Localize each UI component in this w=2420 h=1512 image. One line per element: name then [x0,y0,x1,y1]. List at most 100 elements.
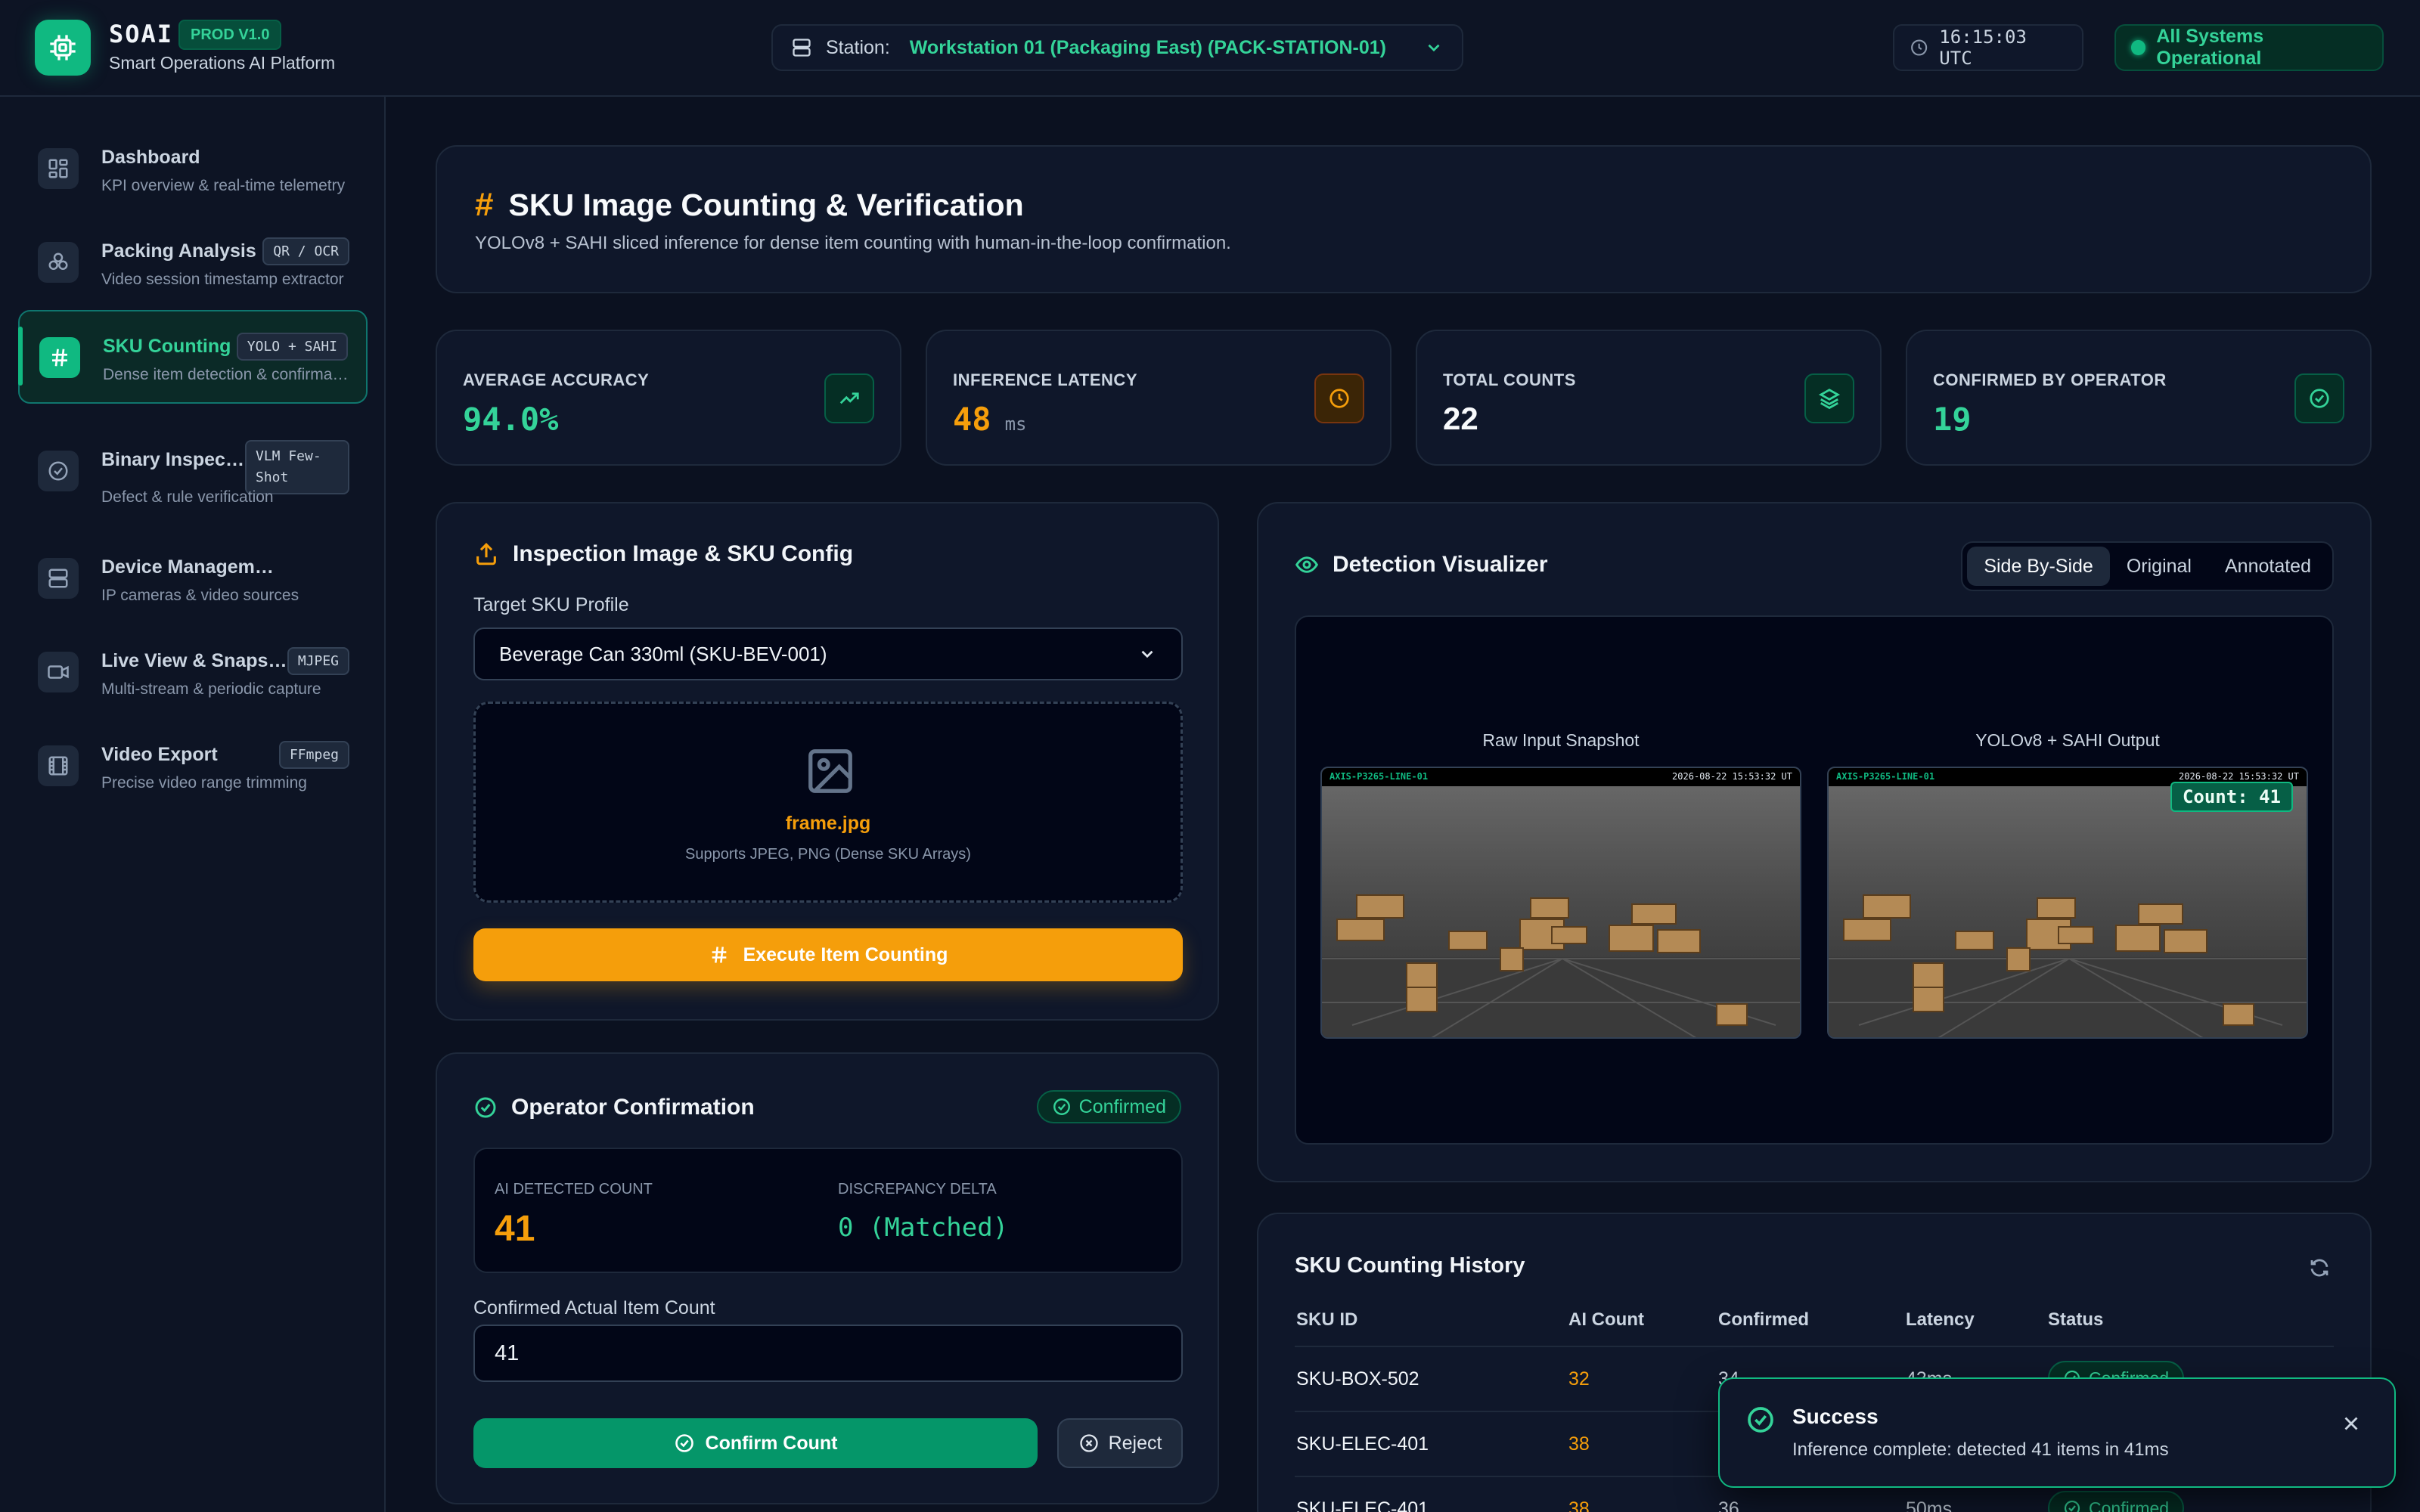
station-label: Station: [826,36,890,58]
history-title: SKU Counting History [1295,1253,1525,1278]
system-status-text: All Systems Operational [2156,26,2264,69]
server-icon [38,558,79,599]
film-icon [38,745,79,786]
close-icon[interactable] [2340,1412,2363,1435]
sidebar-item-device-management[interactable]: Device Management IP cameras & video sou… [18,532,368,623]
kpi-confirmed-by-operator: CONFIRMED BY OPERATOR 19 [1906,330,2372,466]
check-circle-icon [675,1434,693,1452]
mode-side-by-side[interactable]: Side By-Side [1967,547,2110,586]
kpi-label: AVERAGE ACCURACY [463,370,650,389]
ai-count-label: AI DETECTED COUNT [495,1181,653,1198]
kpi-average-accuracy: AVERAGE ACCURACY 94.0% [436,330,901,466]
raw-caption: Raw Input Snapshot [1482,730,1640,750]
kpi-label: INFERENCE LATENCY [953,370,1137,389]
kpi-inference-latency: INFERENCE LATENCY 48 ms [926,330,1392,466]
check-circle-icon [475,1097,496,1118]
inspection-panel: Inspection Image & SKU Config Target SKU… [436,502,1219,1021]
visualizer-canvas: Raw Input Snapshot YOLOv8 + SAHI Output … [1295,615,2334,1145]
page-title-text: SKU Image Counting & Verification [508,187,1024,222]
sidebar-item-desc: KPI overview & real-time telemetry [101,177,346,194]
layers-icon [1804,373,1854,423]
hash-icon [39,337,80,378]
app-subtitle: Smart Operations AI Platform [109,53,336,73]
reject-button[interactable]: Reject [1057,1418,1183,1468]
camera-id: AXIS-P3265-LINE-01 [1329,771,1429,782]
kpi-total-counts: TOTAL COUNTS 22 [1416,330,1882,466]
sku-profile-label: Target SKU Profile [473,594,629,615]
sidebar-item-packing-analysis[interactable]: Packing Analysis QR / OCR Video session … [18,216,368,307]
toast-title: Success [1792,1405,1879,1428]
image-dropzone[interactable]: frame.jpg Supports JPEG, PNG (Dense SKU … [473,702,1183,903]
sidebar-item-tag: QR / OCR [262,237,349,265]
station-selector[interactable]: Station: Workstation 01 (Packaging East)… [771,24,1463,71]
upload-icon [476,543,496,565]
column-header: Latency [1906,1309,1975,1330]
confirmed-count-label: Confirmed Actual Item Count [473,1297,715,1318]
video-camera-icon [38,652,79,692]
chip-logo-icon [35,20,91,76]
ai-count: 38 [1568,1498,1590,1512]
eye-icon [1295,556,1319,573]
sidebar-item-title: Video Export [101,744,218,765]
image-icon [808,749,852,793]
sidebar-item-desc: Video session timestamp extractor [101,271,344,288]
ai-count: 38 [1568,1433,1590,1455]
inspection-title: Inspection Image & SKU Config [473,541,853,567]
sidebar-item-title: SKU Counting [103,336,231,357]
mode-original[interactable]: Original [2110,547,2208,586]
kpi-value: 19 [1933,401,1972,438]
clock-icon [1314,373,1364,423]
station-value: Workstation 01 (Packaging East) (PACK-ST… [909,36,1386,58]
check-circle-icon [1748,1407,1773,1433]
file-hint: Supports JPEG, PNG (Dense SKU Arrays) [685,846,971,863]
check-circle-icon [2294,373,2344,423]
status-pill: Confirmed [2048,1491,2185,1512]
confirmed-count: 36 [1718,1498,1739,1512]
sku-id: SKU-BOX-502 [1296,1368,1419,1390]
sidebar-item-title: Packing Analysis [101,240,256,262]
sku-profile-select[interactable]: Beverage Can 330ml (SKU-BEV-001) [473,627,1183,680]
sidebar-item-title: Binary Inspection [101,449,245,470]
confirmed-count-input[interactable]: 41 [473,1325,1183,1382]
operator-confirmation-panel: Operator Confirmation Confirmed AI DETEC… [436,1052,1219,1504]
refresh-icon[interactable] [2308,1256,2331,1279]
execute-counting-button[interactable]: Execute Item Counting [473,928,1183,981]
chevron-down-icon [1141,650,1153,658]
sidebar-item-live-view[interactable]: Live View & Snapshots MJPEG Multi-stream… [18,626,368,717]
sidebar-item-desc: Precise video range trimming [101,774,307,792]
kpi-value: 22 [1443,401,1478,436]
confirmation-title: Operator Confirmation [473,1095,755,1120]
kpi-unit: ms [1004,414,1027,435]
kpi-label: CONFIRMED BY OPERATOR [1933,370,2167,389]
sidebar-item-sku-counting[interactable]: SKU Counting YOLO + SAHI Dense item dete… [18,310,368,404]
latency: 50ms [1906,1498,1953,1512]
sidebar-item-binary-inspection[interactable]: Binary Inspection VLM Few-Shot Defect & … [18,419,368,522]
raw-snapshot-image: AXIS-P3265-LINE-01 2026-08-22 15:53:32 U… [1320,767,1801,1039]
x-circle-icon [1079,1434,1098,1452]
grid-icon [38,148,79,189]
sidebar-item-tag: FFmpeg [278,741,349,769]
confirm-count-button[interactable]: Confirm Count [473,1418,1038,1468]
chevron-down-icon [1428,44,1440,52]
sidebar-item-video-export[interactable]: Video Export FFmpeg Precise video range … [18,720,368,810]
sidebar: Dashboard KPI overview & real-time telem… [0,97,386,1512]
visualizer-title: Detection Visualizer [1295,552,1548,578]
sidebar-item-desc: Dense item detection & confirmation [103,366,352,383]
sidebar-item-tag: MJPEG [287,647,349,675]
column-header: SKU ID [1296,1309,1358,1330]
sku-id: SKU-ELEC-401 [1296,1498,1429,1512]
mode-annotated[interactable]: Annotated [2208,547,2328,586]
kpi-value: 94.0% [463,401,559,438]
app-name: SOAI [109,20,174,48]
sidebar-item-desc: IP cameras & video sources [101,587,299,604]
clock-text: 16:15:03 UTC [1939,26,2027,69]
sku-profile-value: Beverage Can 330ml (SKU-BEV-001) [499,642,827,665]
sidebar-item-desc: Multi-stream & periodic capture [101,680,321,698]
hash-icon: # [475,186,494,223]
clock-icon [1911,39,1928,56]
sidebar-item-dashboard[interactable]: Dashboard KPI overview & real-time telem… [18,122,368,213]
annotated-output-image: AXIS-P3265-LINE-01 2026-08-22 15:53:32 U… [1827,767,2308,1039]
kpi-value: 48 ms [953,401,1027,438]
top-bar: SOAI PROD V1.0 Smart Operations AI Platf… [0,0,2420,97]
delta-value: 0 (Matched) [838,1213,1009,1243]
